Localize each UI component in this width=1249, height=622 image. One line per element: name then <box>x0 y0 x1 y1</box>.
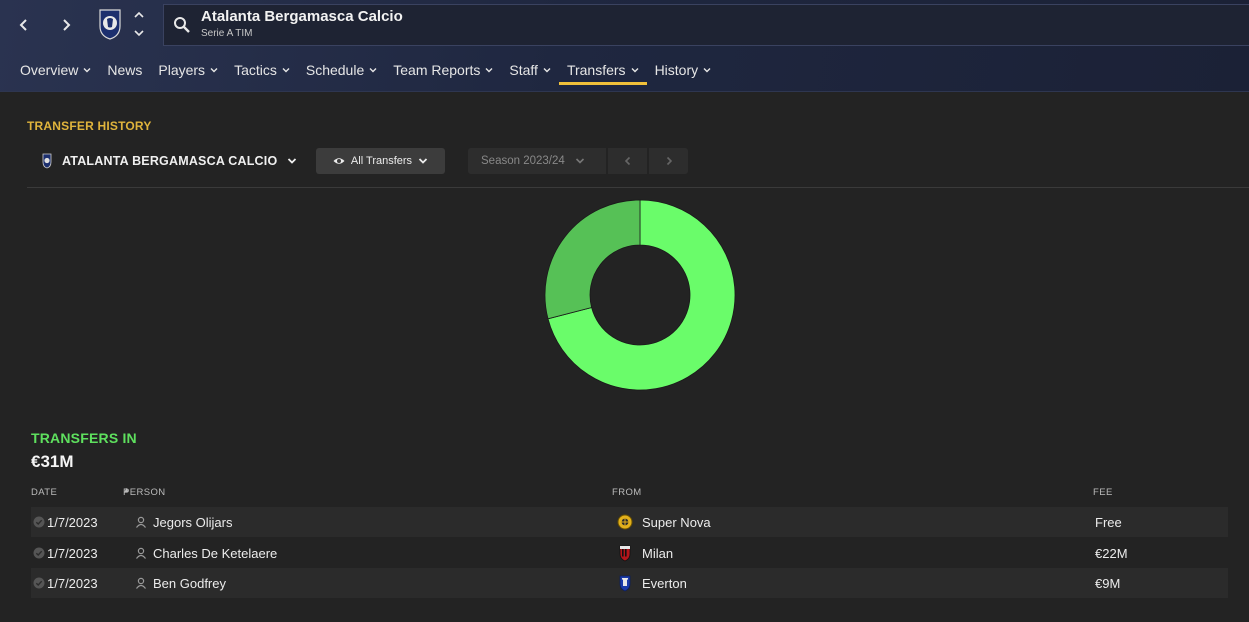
donut-slice-ben-godfrey[interactable] <box>544 199 641 320</box>
column-date[interactable]: DATE <box>31 487 57 498</box>
chevron-down-icon <box>282 68 290 73</box>
tab-overview[interactable]: Overview <box>12 54 99 86</box>
club-title: Atalanta Bergamasca Calcio <box>201 8 403 25</box>
tab-history[interactable]: History <box>647 54 720 86</box>
chevron-down-icon <box>210 68 218 73</box>
transfer-date: 1/7/2023 <box>47 515 98 530</box>
search-icon <box>174 17 190 33</box>
tab-schedule[interactable]: Schedule <box>298 54 385 86</box>
transfer-person-link[interactable]: Jegors Olijars <box>153 515 232 530</box>
table-row[interactable]: 1/7/2023 Charles De Ketelaere Milan €22M <box>31 538 1228 568</box>
chevron-right-icon <box>63 19 71 31</box>
next-season-button[interactable] <box>649 148 688 174</box>
transfer-date: 1/7/2023 <box>47 576 98 591</box>
column-from[interactable]: FROM <box>612 487 642 498</box>
chevron-left-icon <box>624 156 630 166</box>
person-icon <box>136 516 146 528</box>
chevron-up-icon <box>134 11 144 18</box>
column-fee[interactable]: FEE <box>1093 487 1113 498</box>
chevron-right-icon <box>666 156 672 166</box>
transfer-from-club-link[interactable]: Milan <box>642 546 673 561</box>
transfers-in-total: €31M <box>31 452 74 471</box>
transfer-fee: €22M <box>1095 545 1128 561</box>
tab-label: Overview <box>20 62 79 78</box>
tab-label: Schedule <box>305 62 365 78</box>
everton-badge-icon <box>619 575 631 592</box>
tab-tactics[interactable]: Tactics <box>226 54 298 86</box>
column-person-label: PERSON <box>123 487 166 498</box>
check-circle-icon <box>33 577 45 589</box>
chevron-down-icon <box>543 68 551 73</box>
transfer-person-link[interactable]: Ben Godfrey <box>153 576 226 591</box>
season-dropdown-label: Season 2023/24 <box>481 155 565 167</box>
season-selector: Season 2023/24 <box>468 148 688 174</box>
table-header: DATE ▲ PERSON FROM FEE <box>31 487 1228 499</box>
transfer-fee: €9M <box>1095 576 1121 591</box>
check-circle-icon <box>33 516 45 528</box>
transfer-filter-dropdown[interactable]: All Transfers <box>316 148 445 174</box>
tab-label: News <box>107 62 143 78</box>
tab-label: History <box>654 62 699 78</box>
transfer-from-club-link[interactable]: Everton <box>642 576 687 591</box>
club-league: Serie A TIM <box>201 28 253 39</box>
tab-staff[interactable]: Staff <box>501 54 559 86</box>
supernova-badge-icon <box>617 514 633 530</box>
previous-season-button[interactable] <box>608 148 647 174</box>
chevron-down-icon <box>418 158 428 164</box>
chevron-down-icon <box>83 68 91 73</box>
check-circle-icon <box>33 547 45 558</box>
eye-icon <box>333 158 345 164</box>
transfer-filter-label: All Transfers <box>350 155 413 167</box>
chevron-down-icon <box>369 68 377 73</box>
tab-label: Transfers <box>566 62 626 78</box>
forward-button[interactable] <box>53 12 79 38</box>
club-switcher[interactable] <box>132 10 146 38</box>
tab-label: Tactics <box>234 62 277 78</box>
chevron-down-icon <box>631 68 639 73</box>
tab-transfers[interactable]: Transfers <box>558 54 647 86</box>
chevron-left-icon <box>19 19 27 31</box>
chevron-down-icon <box>703 68 711 73</box>
person-icon <box>136 547 146 559</box>
tab-players[interactable]: Players <box>150 54 226 86</box>
back-button[interactable] <box>11 12 37 38</box>
person-icon <box>136 577 146 589</box>
tab-label: Staff <box>509 62 538 78</box>
table-row[interactable]: 1/7/2023 Ben Godfrey Everton €9M <box>31 568 1228 598</box>
transfer-date: 1/7/2023 <box>47 545 98 561</box>
tab-label: Players <box>158 62 206 78</box>
tab-team-reports[interactable]: Team Reports <box>385 54 501 86</box>
atalanta-crest-icon[interactable] <box>98 8 122 40</box>
tab-news[interactable]: News <box>99 54 150 86</box>
transfers-in-title: TRANSFERS IN <box>31 430 137 446</box>
chevron-down-icon <box>288 158 297 164</box>
transfer-fee: Free <box>1095 515 1122 530</box>
section-title: TRANSFER HISTORY <box>27 119 152 133</box>
table-row[interactable]: 1/7/2023 Jegors Olijars Super Nova Free <box>31 507 1228 537</box>
search-bar[interactable]: Atalanta Bergamasca Calcio Serie A TIM <box>163 4 1249 46</box>
atalanta-crest-icon <box>42 153 52 169</box>
chevron-down-icon <box>134 30 144 37</box>
chevron-down-icon <box>575 158 584 164</box>
tab-label: Team Reports <box>393 62 481 78</box>
season-dropdown[interactable]: Season 2023/24 <box>468 148 606 174</box>
club-dropdown[interactable]: ATALANTA BERGAMASCA CALCIO <box>42 148 297 174</box>
chevron-down-icon <box>485 68 493 73</box>
main-tabs: Overview News Players Tactics Schedule Team R… <box>12 54 719 86</box>
milan-badge-icon <box>619 545 631 561</box>
transfer-from-club-link[interactable]: Super Nova <box>642 515 711 530</box>
section-divider <box>27 187 1249 188</box>
transfer-person-link[interactable]: Charles De Ketelaere <box>153 546 277 561</box>
top-header: Atalanta Bergamasca Calcio Serie A TIM O… <box>0 0 1249 92</box>
club-dropdown-label: ATALANTA BERGAMASCA CALCIO <box>62 154 278 168</box>
transfer-fee-donut-chart <box>544 199 736 391</box>
